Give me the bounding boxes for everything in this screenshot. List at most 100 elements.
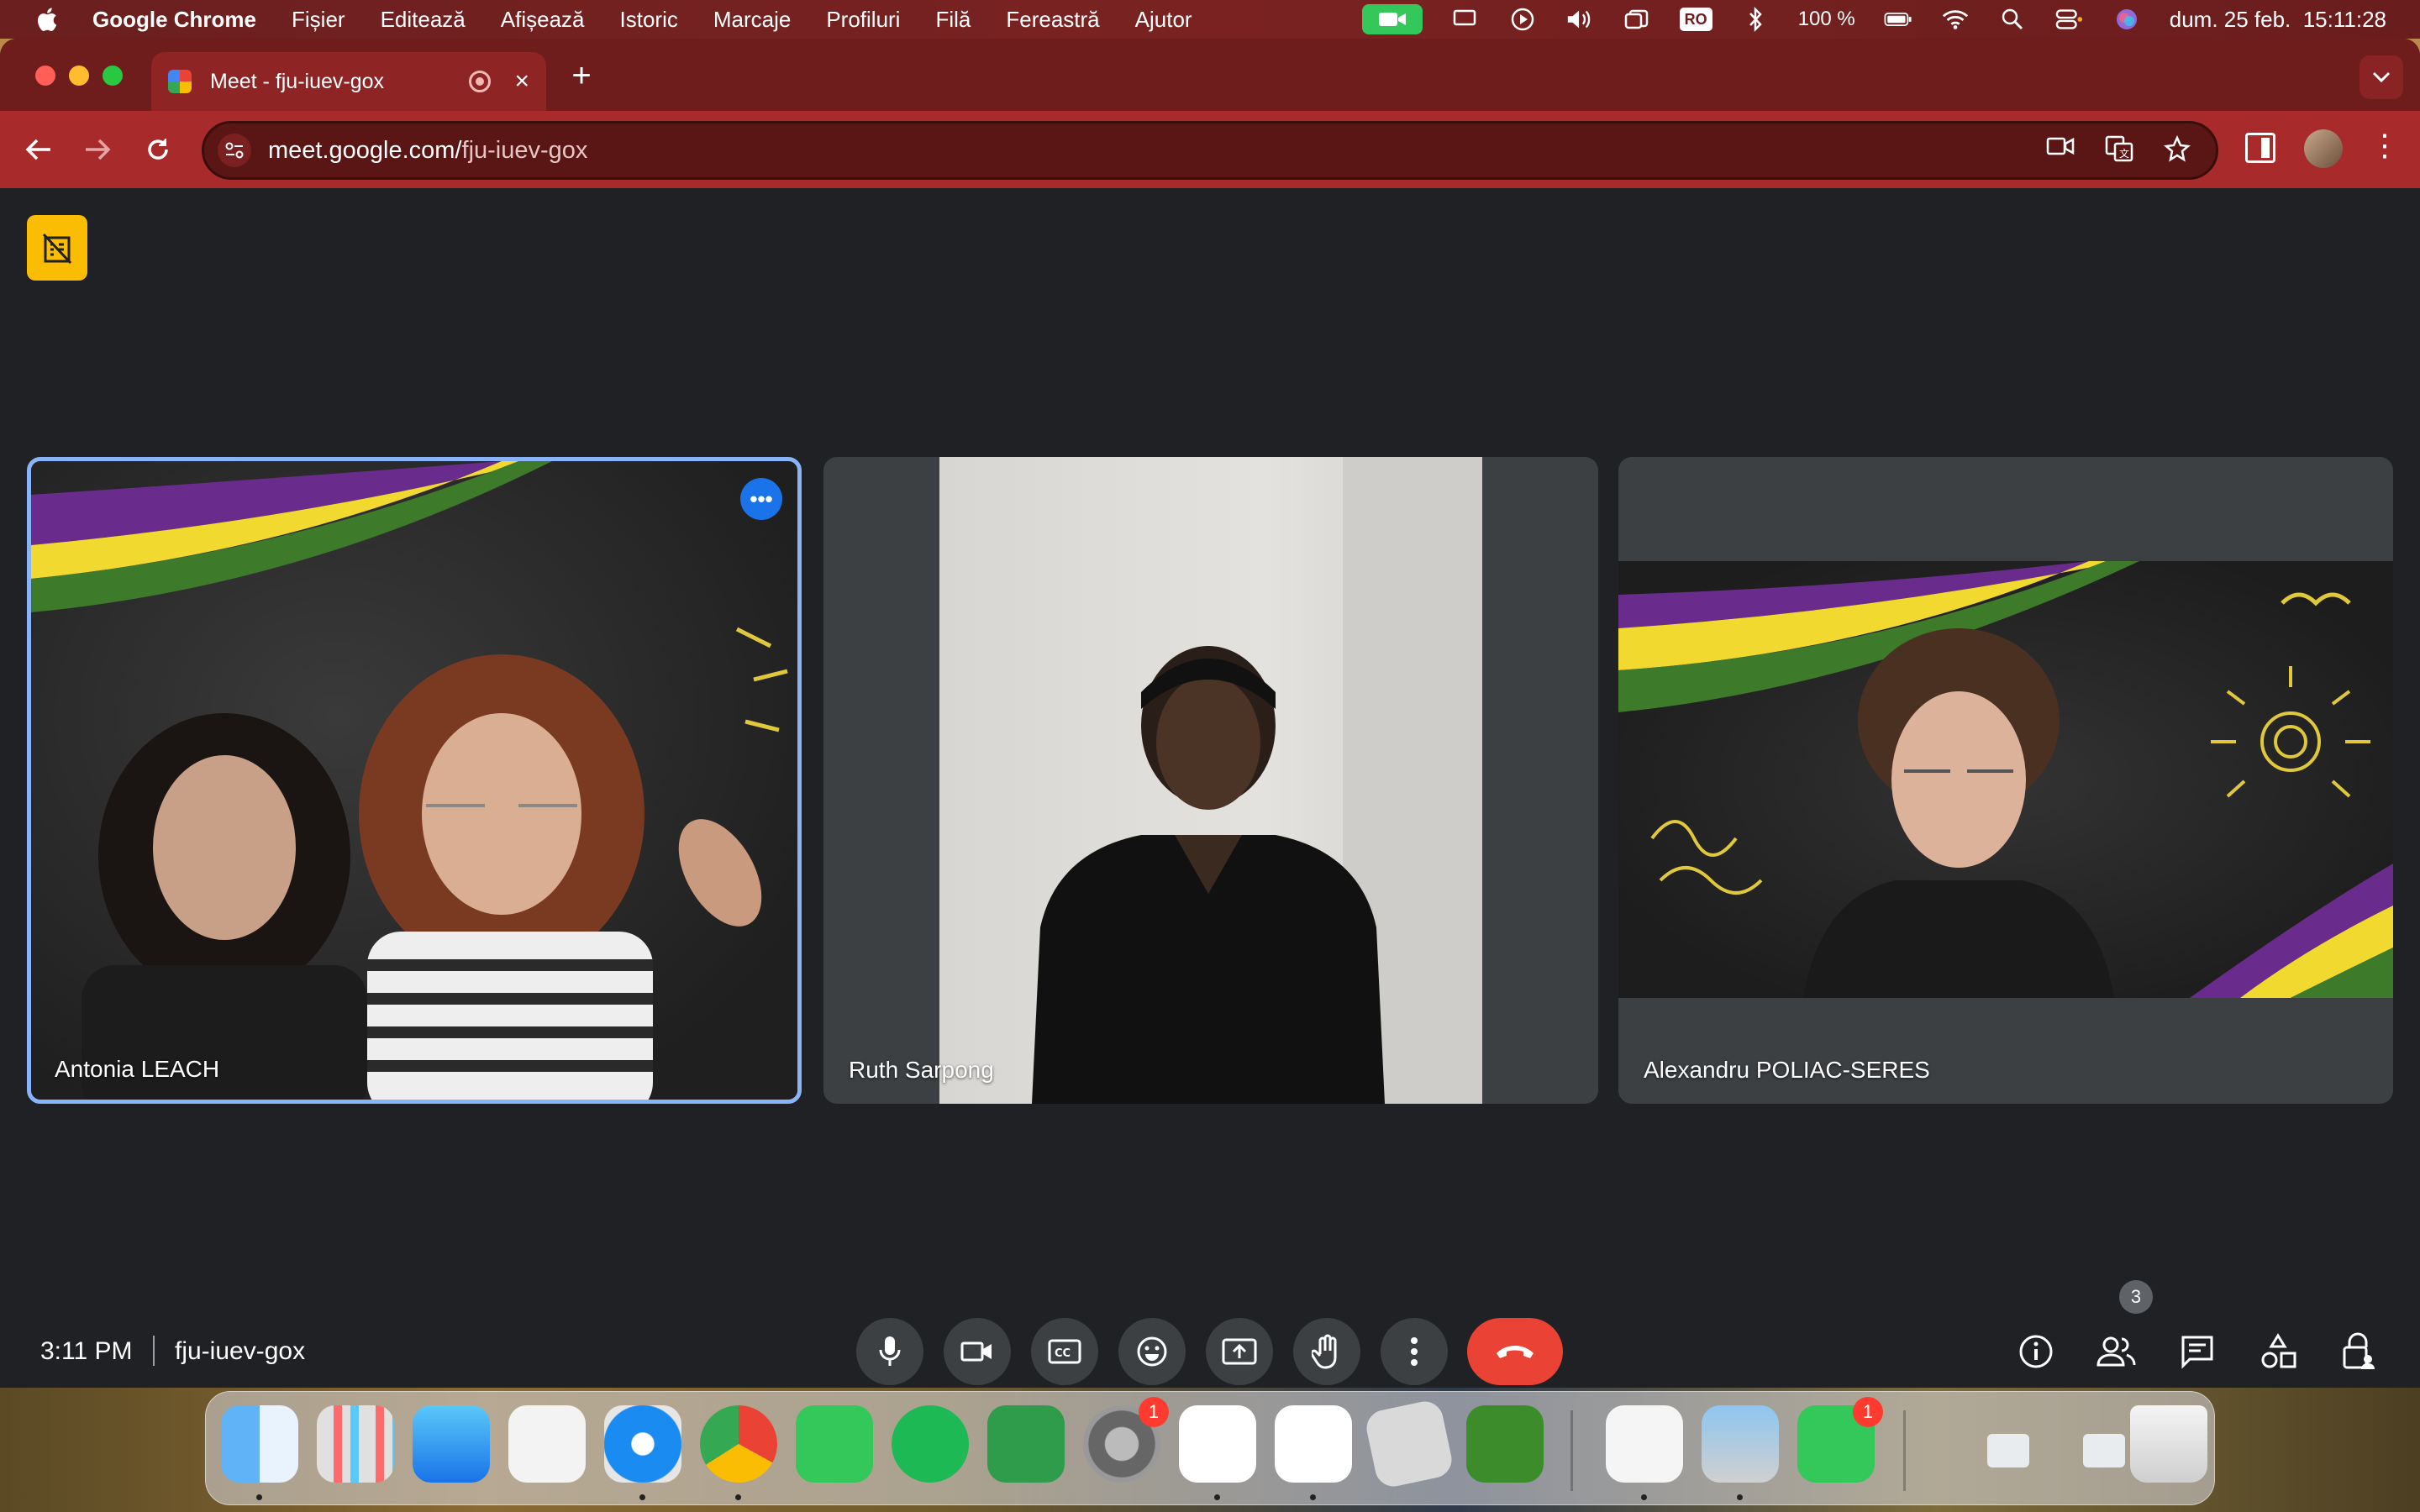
notification-badge: 1 [1139, 1397, 1169, 1427]
meeting-code: fju-iuev-gox [175, 1337, 306, 1365]
people-icon [2096, 1336, 2136, 1367]
control-center-icon[interactable] [2055, 7, 2084, 32]
menu-window[interactable]: Fereastră [1006, 7, 1099, 33]
app-name-menu[interactable]: Google Chrome [92, 7, 256, 33]
notification-badge: 1 [1853, 1397, 1883, 1427]
messages-app-icon[interactable] [796, 1405, 873, 1483]
svg-text:文: 文 [2119, 147, 2129, 160]
chrome-menu-kebab-icon[interactable]: ⋮ [2370, 128, 2400, 163]
chat-button[interactable] [2168, 1322, 2227, 1381]
chat-icon [2181, 1336, 2213, 1369]
minimized-window-thumbnail[interactable] [1987, 1434, 2029, 1467]
url-path: fju-iuev-gox [461, 136, 588, 164]
finder-app-icon[interactable] [221, 1405, 298, 1483]
spotlight-search-icon[interactable] [1998, 7, 2027, 32]
siri-icon[interactable] [2112, 7, 2141, 32]
closed-captions-icon: CC [1048, 1339, 1081, 1364]
tab-close-icon[interactable]: × [514, 67, 529, 96]
stage-manager-icon[interactable] [1623, 7, 1651, 32]
side-panel-icon[interactable] [2245, 133, 2275, 163]
microphone-button[interactable] [856, 1318, 923, 1385]
menu-tab[interactable]: Filă [935, 7, 971, 33]
menu-edit[interactable]: Editează [381, 7, 466, 33]
wifi-icon[interactable] [1941, 7, 1970, 32]
menu-history[interactable]: Istoric [620, 7, 678, 33]
launchpad-app-icon[interactable] [317, 1405, 394, 1483]
macos-dock: 1 1 [205, 1391, 2215, 1505]
present-screen-button[interactable] [1206, 1318, 1273, 1385]
raise-hand-icon [1312, 1334, 1337, 1369]
bluetooth-icon[interactable] [1741, 7, 1770, 32]
tile-more-options-icon[interactable]: ••• [740, 478, 782, 520]
keyboard-layout-indicator[interactable]: RO [1679, 8, 1712, 31]
safari-app-icon[interactable] [604, 1405, 681, 1483]
apple-menu-icon[interactable] [34, 6, 59, 33]
more-options-button[interactable] [1381, 1318, 1448, 1385]
meet-favicon-icon [168, 70, 192, 93]
whatsapp-app-icon[interactable] [1275, 1405, 1352, 1483]
trash-icon[interactable] [2130, 1405, 2207, 1483]
running-indicator [639, 1494, 645, 1500]
host-controls-button[interactable] [2329, 1322, 2388, 1381]
new-tab-button[interactable]: + [565, 57, 598, 99]
raise-hand-button[interactable] [1293, 1318, 1360, 1385]
camera-button[interactable] [944, 1318, 1011, 1385]
window-maximize-button[interactable] [103, 66, 123, 86]
tab-meet[interactable]: Meet - fju-iuev-gox × [151, 52, 546, 111]
camtasia-app-icon[interactable] [987, 1405, 1065, 1483]
profile-avatar[interactable] [2304, 129, 2343, 168]
bookmark-star-icon[interactable] [2164, 134, 2191, 169]
participant-tile-2[interactable]: Ruth Sarpong [823, 457, 1598, 1104]
url-host: meet.google.com/ [268, 136, 462, 164]
roblox-app-icon[interactable] [1363, 1398, 1455, 1490]
screen-mirroring-icon[interactable] [1451, 7, 1480, 32]
affinity-app-icon[interactable] [508, 1405, 586, 1483]
now-playing-icon[interactable] [1508, 7, 1537, 32]
translate-icon[interactable]: 文 [2105, 135, 2133, 169]
minimized-window-thumbnail[interactable] [2083, 1434, 2125, 1467]
menu-bookmarks[interactable]: Marcaje [713, 7, 791, 33]
tab-search-chevron-icon[interactable] [2360, 55, 2403, 99]
back-arrow-icon[interactable] [18, 129, 59, 170]
messenger-app-icon[interactable] [1179, 1405, 1256, 1483]
menu-file[interactable]: Fișier [292, 7, 345, 33]
dock-separator [1570, 1410, 1573, 1491]
activities-button[interactable] [2249, 1322, 2307, 1381]
reactions-button[interactable] [1118, 1318, 1186, 1385]
people-button[interactable] [2087, 1322, 2146, 1381]
running-indicator [735, 1494, 741, 1500]
camera-in-use-icon[interactable] [1361, 4, 1423, 34]
camera-permission-icon[interactable] [2046, 135, 2075, 169]
reload-icon[interactable] [138, 129, 178, 170]
preview-app-icon[interactable] [1702, 1405, 1779, 1483]
menu-view[interactable]: Afișează [501, 7, 585, 33]
minecraft-app-icon[interactable] [1466, 1405, 1544, 1483]
site-settings-icon[interactable] [218, 134, 251, 167]
participant-name: Antonia LEACH [55, 1056, 220, 1082]
volume-icon[interactable] [1565, 7, 1594, 32]
forward-arrow-icon[interactable] [77, 129, 118, 170]
mail-app-icon[interactable] [413, 1405, 490, 1483]
divider [153, 1336, 155, 1366]
running-indicator [256, 1494, 262, 1500]
menu-profiles[interactable]: Profiluri [826, 7, 900, 33]
window-minimize-button[interactable] [69, 66, 89, 86]
participant-tile-3[interactable]: Alexandru POLIAC-SERES [1618, 457, 2393, 1104]
dock-separator [1903, 1410, 1906, 1491]
video-camera-icon [960, 1341, 992, 1362]
meet-info-badge-icon[interactable] [27, 215, 87, 281]
address-bar[interactable]: meet.google.com/fju-iuev-gox 文 [202, 121, 2218, 180]
spotify-app-icon[interactable] [892, 1405, 969, 1483]
meeting-details-button[interactable] [2007, 1322, 2065, 1381]
svg-text:CC: CC [1055, 1347, 1071, 1360]
leave-call-button[interactable] [1467, 1318, 1563, 1385]
chrome-app-icon[interactable] [700, 1405, 777, 1483]
battery-icon[interactable] [1884, 7, 1912, 32]
menubar-clock[interactable]: dum. 25 feb. 15:11:28 [2170, 7, 2386, 33]
window-close-button[interactable] [35, 66, 55, 86]
participant-tile-1[interactable]: ••• Antonia LEACH [27, 457, 802, 1104]
menu-help[interactable]: Ajutor [1135, 7, 1192, 33]
video-feed [939, 457, 1482, 1104]
textedit-app-icon[interactable] [1606, 1405, 1683, 1483]
captions-button[interactable]: CC [1031, 1318, 1098, 1385]
